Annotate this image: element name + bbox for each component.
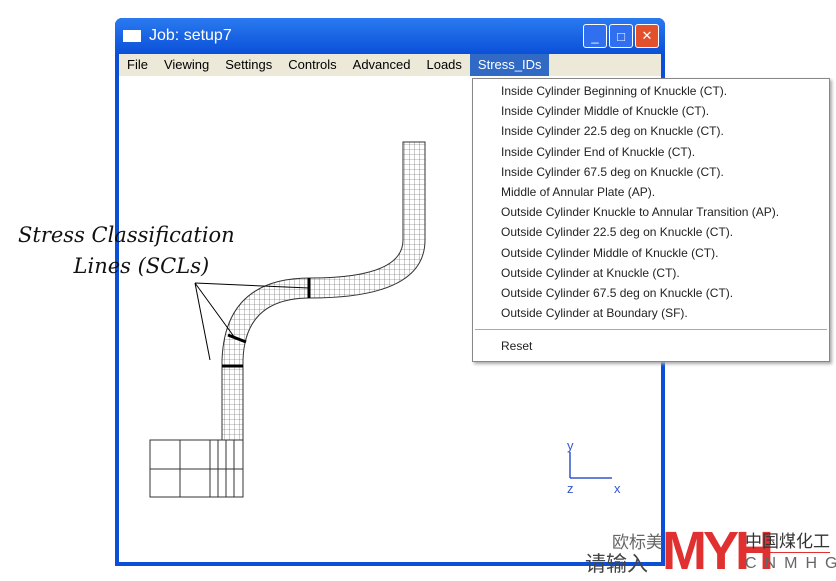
stress-ids-dropdown: Inside Cylinder Beginning of Knuckle (CT…	[472, 78, 830, 362]
title-bar: Job: setup7 _ □ ✕	[115, 18, 665, 54]
menu-advanced[interactable]: Advanced	[345, 54, 419, 76]
menu-item[interactable]: Outside Cylinder Knuckle to Annular Tran…	[473, 202, 829, 222]
menu-settings[interactable]: Settings	[217, 54, 280, 76]
window-title: Job: setup7	[149, 27, 232, 44]
menu-item[interactable]: Outside Cylinder 67.5 deg on Knuckle (CT…	[473, 283, 829, 303]
menu-item[interactable]: Outside Cylinder at Boundary (SF).	[473, 303, 829, 323]
menu-viewing[interactable]: Viewing	[156, 54, 217, 76]
watermark-text2: 请输入	[585, 553, 648, 576]
menu-item[interactable]: Inside Cylinder 22.5 deg on Knuckle (CT)…	[473, 121, 829, 141]
annotation-line1: Stress Classification	[18, 223, 235, 247]
menu-item[interactable]: Inside Cylinder Middle of Knuckle (CT).	[473, 101, 829, 121]
axis-x-label: x	[614, 481, 621, 496]
menu-controls[interactable]: Controls	[280, 54, 344, 76]
annotation-line2: Lines (SCLs)	[73, 254, 210, 278]
maximize-button[interactable]: □	[609, 24, 633, 48]
menu-file[interactable]: File	[119, 54, 156, 76]
menu-item[interactable]: Inside Cylinder End of Knuckle (CT).	[473, 142, 829, 162]
base-grid	[149, 439, 244, 498]
menu-item[interactable]: Outside Cylinder Middle of Knuckle (CT).	[473, 243, 829, 263]
menu-item[interactable]: Inside Cylinder Beginning of Knuckle (CT…	[473, 81, 829, 101]
scl-annotation: Stress Classification Lines (SCLs)	[18, 220, 235, 282]
mesh-body	[221, 141, 426, 441]
window-icon	[123, 30, 141, 42]
menu-item[interactable]: Outside Cylinder at Knuckle (CT).	[473, 263, 829, 283]
axis-triad	[569, 452, 612, 479]
menu-bar: File Viewing Settings Controls Advanced …	[119, 54, 661, 76]
menu-stress-ids[interactable]: Stress_IDs	[469, 54, 550, 76]
menu-loads[interactable]: Loads	[418, 54, 469, 76]
close-button[interactable]: ✕	[635, 24, 659, 48]
menu-item[interactable]: Outside Cylinder 22.5 deg on Knuckle (CT…	[473, 222, 829, 242]
watermark-brand-cn: 中国煤化工	[745, 527, 830, 553]
axis-y-label: y	[567, 438, 574, 453]
axis-z-label: z	[567, 481, 574, 496]
menu-item[interactable]: Middle of Annular Plate (AP).	[473, 182, 829, 202]
minimize-button[interactable]: _	[583, 24, 607, 48]
watermark-brand-en: CNMHG	[745, 555, 836, 572]
menu-item-reset[interactable]: Reset	[473, 336, 829, 356]
menu-separator	[475, 329, 827, 331]
menu-item[interactable]: Inside Cylinder 67.5 deg on Knuckle (CT)…	[473, 162, 829, 182]
